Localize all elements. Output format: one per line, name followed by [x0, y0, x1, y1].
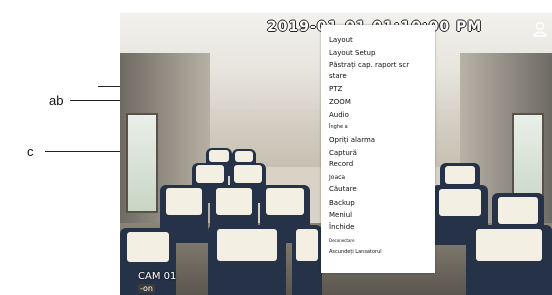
- user-icon[interactable]: [533, 21, 547, 37]
- seat-cover: [126, 232, 170, 263]
- menu-item-layout[interactable]: Layout: [329, 37, 431, 44]
- seat-cover: [295, 229, 319, 261]
- seat-cover: [165, 188, 203, 215]
- menu-item-status[interactable]: stare: [329, 73, 431, 80]
- menu-item-layout-setup[interactable]: Layout Setup: [329, 50, 431, 57]
- seat-cover: [217, 229, 277, 261]
- menu-item-close[interactable]: Închide: [329, 224, 431, 231]
- seat-cover: [444, 165, 476, 185]
- callout-c-label: c: [27, 144, 34, 159]
- left-window: [126, 113, 158, 213]
- menu-item-zoom[interactable]: ZOOM: [329, 99, 431, 106]
- menu-item-capture[interactable]: Captură: [329, 150, 431, 157]
- seat-cover: [209, 149, 229, 163]
- seat-cover: [498, 196, 538, 224]
- context-menu: Layout Layout Setup Păstrați cap. raport…: [321, 25, 435, 273]
- seat: [466, 225, 552, 295]
- seat-cover: [266, 188, 304, 215]
- seat-cover: [196, 165, 224, 184]
- menu-item-freeze[interactable]: Înghe a: [329, 125, 431, 130]
- menu-item-play[interactable]: Joaca: [329, 175, 431, 181]
- seat: [208, 225, 286, 295]
- seat-cover: [476, 229, 542, 261]
- menu-item-logout[interactable]: Deconectare: [329, 239, 431, 243]
- callout-ab-label: ab: [49, 93, 64, 108]
- seat-cover: [438, 188, 482, 216]
- seat: [292, 225, 322, 295]
- menu-item-ptz[interactable]: PTZ: [329, 86, 431, 93]
- menu-item-stop-alarm[interactable]: Opriți alarma: [329, 137, 431, 144]
- menu-item-keep-aspect-ratio[interactable]: Păstrați cap. raport scr: [329, 62, 431, 69]
- menu-item-hide-launcher[interactable]: Ascundeți Lansatorul: [329, 250, 431, 255]
- seat-cover: [234, 165, 262, 184]
- camera-sub-label: -on: [138, 284, 155, 293]
- menu-item-backup[interactable]: Backup: [329, 200, 431, 207]
- camera-label: CAM 01: [138, 271, 177, 282]
- menu-item-search[interactable]: Căutare: [329, 186, 431, 193]
- seat-cover: [234, 150, 254, 163]
- menu-item-record[interactable]: Record: [329, 161, 431, 168]
- seat-cover: [215, 188, 253, 215]
- menu-item-menu[interactable]: Meniul: [329, 212, 431, 219]
- live-view-screen[interactable]: 2019-01-01 01:10:00 PM CAM 01 -on Layout…: [120, 13, 552, 295]
- menu-item-audio[interactable]: Audio: [329, 112, 431, 119]
